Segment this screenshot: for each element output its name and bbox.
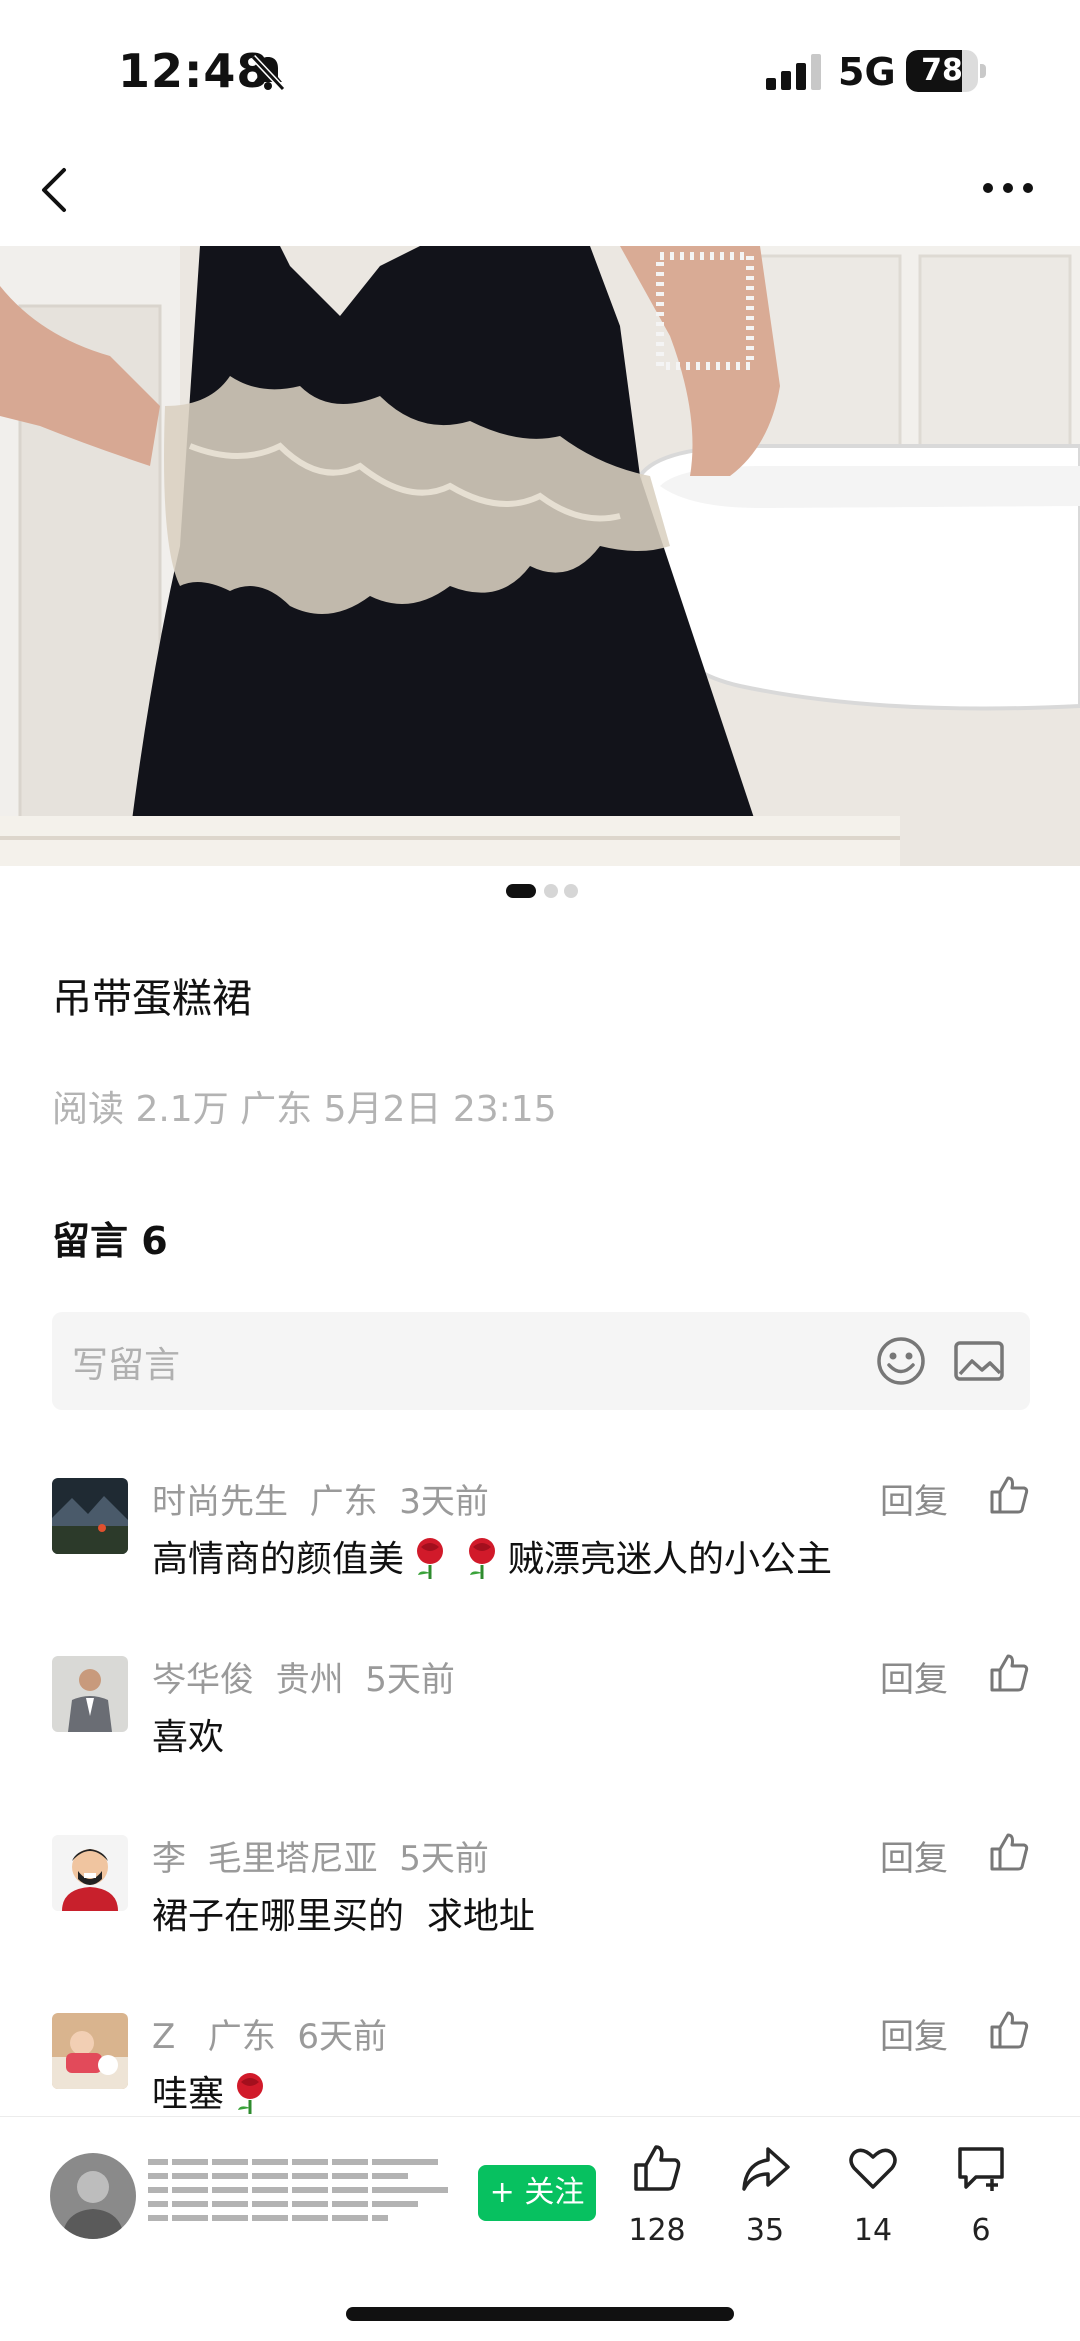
pager-dot (544, 884, 558, 898)
status-bar: 12:48 5G 78 (0, 0, 1080, 140)
post-title: 吊带蛋糕裙 (52, 976, 252, 1022)
avatar[interactable] (52, 1835, 128, 1911)
avatar[interactable] (52, 2013, 128, 2089)
pager-dot (564, 884, 578, 898)
comment-text: 高情商的颜值美 贼漂亮迷人的小公主 (152, 1530, 832, 1582)
comment-item: 时尚先生 广东 3天前 高情商的颜值美 贼漂亮迷人的小公主 回复 (52, 1474, 1030, 1604)
favorite-action[interactable]: 14 (828, 2141, 918, 2261)
thumbs-up-icon (634, 2145, 681, 2191)
favorite-count: 14 (853, 2213, 893, 2248)
comment-text-part: 哇塞 (152, 2074, 225, 2115)
pager-dot-active (506, 884, 536, 898)
reply-button[interactable]: 回复 (880, 1474, 948, 1523)
comment-add-icon (958, 2147, 1004, 2191)
comment-author-meta: Z 广东 6天前 (152, 2017, 387, 2057)
share-count: 35 (745, 2213, 785, 2248)
image-icon[interactable] (952, 1334, 1006, 1388)
thumbs-up-icon[interactable] (986, 2007, 1032, 2053)
share-action[interactable]: 35 (720, 2141, 810, 2261)
author-name-pixelated[interactable] (148, 2143, 448, 2243)
comment-text: 哇塞 (152, 2065, 276, 2117)
comment-input-placeholder: 写留言 (72, 1345, 181, 1386)
battery-level: 78 (921, 53, 963, 88)
thumbs-up-icon[interactable] (986, 1829, 1032, 1875)
reply-button[interactable]: 回复 (880, 2009, 948, 2058)
battery-indicator: 78 (906, 50, 986, 92)
comment-author-meta: 李 毛里塔尼亚 5天前 (152, 1839, 489, 1879)
rose-emoji-icon (417, 1538, 444, 1579)
like-action[interactable]: 128 (612, 2141, 702, 2261)
comment-count: 6 (971, 2213, 991, 2248)
comment-text-part: 贼漂亮迷人的小公主 (508, 1539, 833, 1580)
comment-item: 李 毛里塔尼亚 5天前 裙子在哪里买的 求地址 回复 (52, 1831, 1030, 1961)
back-icon[interactable] (30, 160, 80, 220)
network-type: 5G (838, 50, 896, 94)
follow-button[interactable]: + 关注 (478, 2165, 596, 2221)
home-indicator[interactable] (346, 2307, 734, 2321)
post-image[interactable] (0, 246, 1080, 866)
thumbs-up-icon[interactable] (986, 1472, 1032, 1518)
comment-text-part: 高情商的颜值美 (152, 1539, 405, 1580)
heart-icon (849, 2148, 897, 2189)
comment-input[interactable]: 写留言 (52, 1312, 1030, 1410)
author-avatar[interactable] (50, 2153, 136, 2239)
emoji-icon[interactable] (874, 1334, 928, 1388)
reply-button[interactable]: 回复 (880, 1831, 948, 1880)
post-meta: 阅读 2.1万 广东 5月2日 23:15 (52, 1089, 557, 1130)
image-pager (0, 884, 1080, 904)
bell-muted-icon (250, 54, 286, 92)
comment-text: 喜欢 (152, 1717, 225, 1758)
rose-emoji-icon (237, 2073, 264, 2114)
avatar[interactable] (52, 1478, 128, 1554)
status-time: 12:48 (118, 44, 270, 98)
reply-button[interactable]: 回复 (880, 1652, 948, 1701)
comments-heading: 留言 6 (52, 1219, 168, 1263)
comment-action[interactable]: 6 (936, 2141, 1026, 2261)
more-icon[interactable] (980, 168, 1036, 208)
comment-text: 裙子在哪里买的 求地址 (152, 1896, 535, 1937)
comment-author-meta: 时尚先生 广东 3天前 (152, 1482, 489, 1522)
signal-icon (766, 54, 821, 90)
avatar[interactable] (52, 1656, 128, 1732)
like-count: 128 (628, 2213, 686, 2248)
thumbs-up-icon[interactable] (986, 1650, 1032, 1696)
rose-emoji-icon (469, 1538, 496, 1579)
comment-item: 岑华俊 贵州 5天前 喜欢 回复 (52, 1652, 1030, 1782)
share-icon (742, 2147, 790, 2191)
comment-author-meta: 岑华俊 贵州 5天前 (152, 1660, 455, 1700)
